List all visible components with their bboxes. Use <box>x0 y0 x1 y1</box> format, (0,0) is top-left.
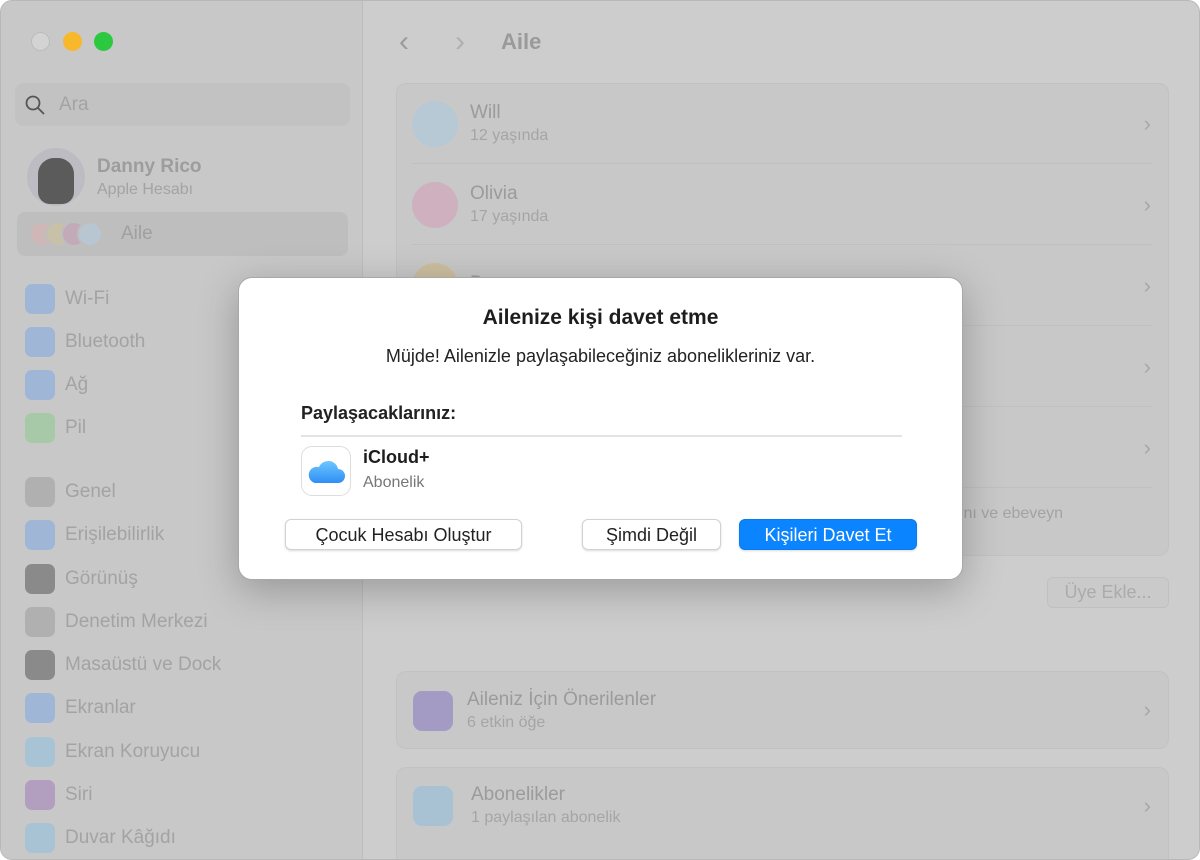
chevron-right-icon: › <box>1143 697 1151 722</box>
sidebar-item-label: Genel <box>65 481 116 502</box>
appearance-icon <box>25 564 55 594</box>
sun-icon <box>25 693 55 723</box>
avatar <box>412 181 458 228</box>
add-member-button[interactable]: Üye Ekle... <box>1047 577 1169 608</box>
chevron-right-icon: › <box>1143 434 1151 460</box>
family-member-row[interactable]: Will 12 yaşında › <box>412 84 1153 164</box>
gear-icon <box>25 477 55 507</box>
avatar <box>77 221 103 247</box>
sidebar-item-pil[interactable]: Pil <box>25 413 86 443</box>
sidebar-item-ekranlar[interactable]: Ekranlar <box>25 693 136 723</box>
dock-icon <box>25 650 55 680</box>
suggestions-text: Aileniz İçin Önerilenler 6 etkin öğe <box>467 689 656 732</box>
family-member-row[interactable]: Olivia 17 yaşında › <box>412 165 1153 245</box>
member-name: Will <box>470 102 501 123</box>
control-center-icon <box>25 607 55 637</box>
suggestions-subtitle: 6 etkin öğe <box>467 714 546 731</box>
battery-icon <box>25 413 55 443</box>
sidebar-item-duvar-k-d-[interactable]: Duvar Kâğıdı <box>25 823 176 853</box>
search-placeholder: Ara <box>59 93 89 115</box>
icloud-icon <box>301 446 351 496</box>
subscriptions-title: Abonelikler <box>471 784 565 805</box>
sidebar-item-family[interactable]: Aile <box>17 212 348 256</box>
globe-icon <box>25 370 55 400</box>
sidebar-item-bluetooth[interactable]: Bluetooth <box>25 327 145 357</box>
sidebar-item-a-[interactable]: Ağ <box>25 370 88 400</box>
suggestions-title: Aileniz İçin Önerilenler <box>467 689 657 710</box>
dialog-message: Müjde! Ailenizle paylaşabileceğiniz abon… <box>385 346 816 366</box>
sidebar-item-label: Görünüş <box>65 568 138 589</box>
subscriptions-text: Abonelikler 1 paylaşılan abonelik <box>471 784 620 827</box>
page-title: Aile <box>501 29 542 54</box>
sidebar-item-denetim-merkezi[interactable]: Denetim Merkezi <box>25 607 208 637</box>
invite-people-button[interactable]: Kişileri Davet Et <box>739 519 917 550</box>
subscriptions-icon <box>413 786 453 826</box>
screensaver-icon <box>25 737 55 767</box>
sidebar-item-g-r-n-[interactable]: Görünüş <box>25 564 138 594</box>
wifi-icon <box>25 284 55 314</box>
invite-dialog: Ailenize kişi davet etme Müjde! Ailenizl… <box>238 277 963 580</box>
avatar <box>27 148 85 206</box>
member-age: 17 yaşında <box>470 208 549 225</box>
sidebar-item-label: Siri <box>65 784 93 805</box>
bluetooth-icon <box>25 327 55 357</box>
sidebar-item-label: Ekran Koruyucu <box>65 741 201 762</box>
sidebar-item-wi-fi[interactable]: Wi-Fi <box>25 284 109 314</box>
sidebar-item-masa-st-ve-dock[interactable]: Masaüstü ve Dock <box>25 650 221 680</box>
member-name: Olivia <box>470 183 518 204</box>
sidebar-item-label: Erişilebilirlik <box>65 524 165 545</box>
close-button[interactable] <box>31 32 50 51</box>
item-name: iCloud+ <box>363 447 430 467</box>
sidebar-item-siri[interactable]: Siri <box>25 780 92 810</box>
not-now-button[interactable]: Şimdi Değil <box>582 519 721 550</box>
search-input[interactable]: Ara <box>15 83 350 126</box>
create-child-account-button[interactable]: Çocuk Hesabı Oluştur <box>285 519 522 550</box>
sidebar-item-label: Bluetooth <box>65 331 146 352</box>
chevron-right-icon: › <box>1143 110 1151 136</box>
suggestions-row[interactable]: Aileniz İçin Önerilenler 6 etkin öğe › <box>396 671 1169 749</box>
sidebar-item-label: Pil <box>65 417 87 438</box>
subscriptions-subtitle: 1 paylaşılan abonelik <box>471 809 621 826</box>
member-age: 12 yaşında <box>470 127 549 144</box>
suggestions-icon <box>413 691 453 731</box>
zoom-button[interactable] <box>94 32 113 51</box>
sidebar-item-ekran-koruyucu[interactable]: Ekran Koruyucu <box>25 737 200 767</box>
avatar <box>412 100 458 147</box>
wallpaper-icon <box>25 823 55 853</box>
sidebar-item-label: Aile <box>121 223 153 244</box>
chevron-right-icon: › <box>1143 793 1151 818</box>
item-subtitle: Abonelik <box>363 474 425 491</box>
chevron-right-icon: › <box>1143 272 1151 298</box>
back-button[interactable]: ‹ <box>399 25 409 59</box>
sidebar-item-label: Duvar Kâğıdı <box>65 827 176 848</box>
forward-button[interactable]: › <box>455 25 465 59</box>
partial-description: ını ve ebeveyn <box>959 505 1064 522</box>
account-subtitle: Apple Hesabı <box>97 180 194 198</box>
divider <box>301 435 902 437</box>
subscriptions-row[interactable]: Abonelikler 1 paylaşılan abonelik › <box>396 767 1169 859</box>
sidebar-item-label: Masaüstü ve Dock <box>65 654 222 675</box>
share-label: Paylaşacaklarınız: <box>301 403 457 423</box>
account-name: Danny Rico <box>97 155 202 177</box>
sidebar-item-label: Denetim Merkezi <box>65 611 208 632</box>
chevron-right-icon: › <box>1143 353 1151 379</box>
apple-account[interactable]: Danny Rico Apple Hesabı <box>27 148 202 206</box>
minimize-button[interactable] <box>63 32 82 51</box>
siri-icon <box>25 780 55 810</box>
sidebar-item-label: Wi-Fi <box>65 288 110 309</box>
sidebar-item-eri-ilebilirlik[interactable]: Erişilebilirlik <box>25 520 164 550</box>
sidebar-item-label: Ekranlar <box>65 697 136 718</box>
sidebar-item-genel[interactable]: Genel <box>25 477 116 507</box>
chevron-right-icon: › <box>1143 191 1151 217</box>
sidebar-item-label: Ağ <box>65 374 89 395</box>
dialog-title: Ailenize kişi davet etme <box>482 306 719 329</box>
search-icon <box>25 95 45 115</box>
accessibility-icon <box>25 520 55 550</box>
